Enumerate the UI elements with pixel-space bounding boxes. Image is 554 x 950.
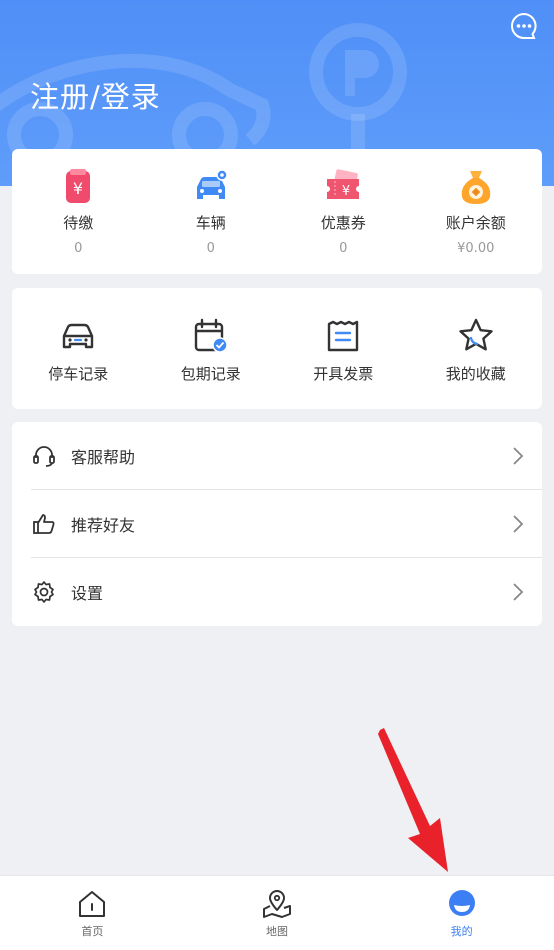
stat-label: 优惠券 (320, 214, 366, 232)
records-card: 停车记录 包期记录 开具发票 我的收藏 (12, 288, 542, 409)
tab-map[interactable]: 地图 (185, 876, 370, 950)
svg-text:¥: ¥ (342, 184, 350, 199)
parking-records-button[interactable]: 停车记录 (12, 288, 145, 409)
calendar-check-icon (194, 318, 228, 353)
issue-invoice-button[interactable]: 开具发票 (277, 288, 410, 409)
gear-icon (34, 581, 54, 603)
stat-account-balance[interactable]: 账户余额 ¥0.00 (410, 149, 543, 274)
stat-label: 账户余额 (445, 214, 506, 232)
menu-customer-service[interactable]: 客服帮助 (12, 422, 542, 490)
money-bag-icon (461, 171, 491, 204)
stat-vehicles[interactable]: 车辆 0 (145, 149, 278, 274)
my-favorites-button[interactable]: 我的收藏 (410, 288, 543, 409)
tab-home[interactable]: 首页 (0, 876, 185, 950)
record-label: 停车记录 (48, 365, 109, 383)
account-stats-card: ¥ 待缴 0 车辆 0 ¥ 优惠券 0 账户余额 ¥0.00 (12, 149, 542, 274)
tab-label: 我的 (450, 925, 473, 938)
menu-recommend-friend[interactable]: 推荐好友 (12, 490, 542, 558)
record-label: 开具发票 (313, 365, 374, 383)
chevron-right-icon (513, 583, 524, 601)
menu-label: 推荐好友 (71, 516, 136, 535)
coupon-icon: ¥ (327, 169, 360, 199)
pending-bill-icon: ¥ (66, 169, 91, 203)
tab-label: 首页 (81, 925, 104, 938)
menu-label: 客服帮助 (71, 448, 136, 467)
menu-settings[interactable]: 设置 (12, 558, 542, 626)
chevron-right-icon (513, 515, 524, 533)
profile-icon (448, 890, 475, 916)
record-label: 包期记录 (180, 365, 241, 383)
invoice-icon (328, 320, 359, 352)
star-icon (459, 318, 493, 351)
tab-mine[interactable]: 我的 (369, 876, 554, 950)
tab-label: 地图 (266, 925, 288, 938)
stat-value: 0 (339, 241, 348, 256)
headset-icon (33, 446, 55, 467)
annotation-arrow-icon (378, 728, 448, 872)
message-icon[interactable] (510, 12, 538, 40)
menu-label: 设置 (71, 584, 104, 603)
chevron-right-icon (513, 447, 524, 465)
subscription-records-button[interactable]: 包期记录 (145, 288, 278, 409)
svg-text:¥: ¥ (73, 179, 83, 198)
car-icon (63, 323, 94, 349)
settings-menu-card: 客服帮助 推荐好友 设置 (12, 422, 542, 626)
stat-value: 0 (206, 241, 215, 256)
home-icon (79, 891, 106, 917)
map-pin-icon (263, 890, 291, 918)
stat-label: 车辆 (195, 214, 226, 232)
stat-coupons[interactable]: ¥ 优惠券 0 (277, 149, 410, 274)
stat-value: 0 (74, 241, 83, 256)
thumbs-up-icon (33, 514, 55, 534)
login-register-link[interactable]: 注册/登录 (30, 74, 161, 116)
stat-pending-payment[interactable]: ¥ 待缴 0 (12, 149, 145, 274)
bottom-tab-bar: 首页 地图 我的 (0, 875, 554, 950)
record-label: 我的收藏 (445, 365, 506, 383)
stat-value: ¥0.00 (457, 241, 495, 256)
car-location-icon (196, 169, 228, 199)
stat-label: 待缴 (63, 214, 94, 232)
